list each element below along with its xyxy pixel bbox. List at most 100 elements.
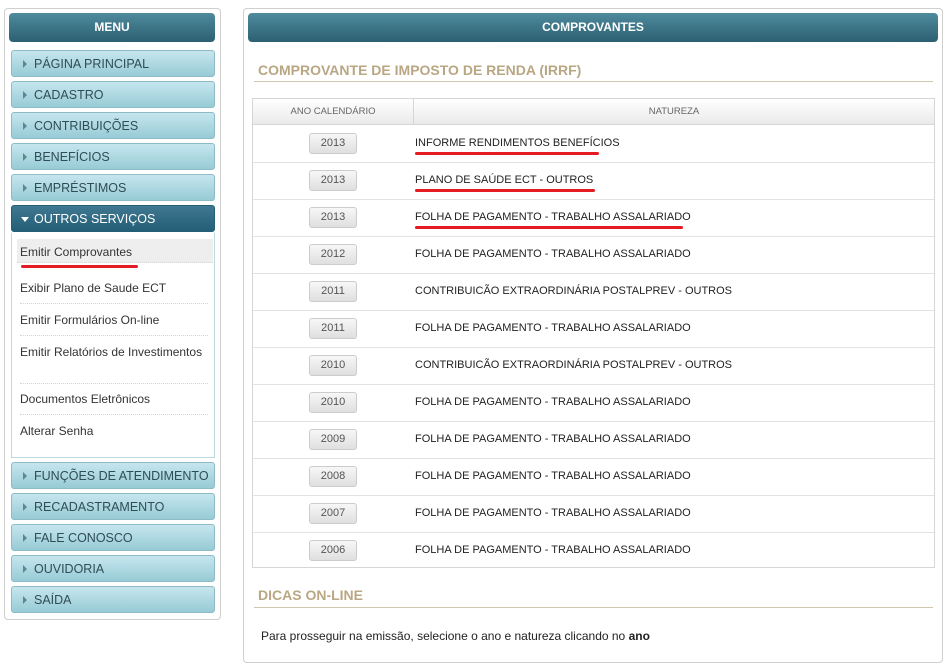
year-button[interactable]: 2006 bbox=[309, 540, 357, 561]
table-row: 2009 FOLHA DE PAGAMENTO - TRABALHO ASSAL… bbox=[253, 421, 934, 459]
menu-item-label: PÁGINA PRINCIPAL bbox=[34, 57, 150, 71]
menu-item-label: EMPRÉSTIMOS bbox=[34, 181, 127, 195]
submenu-item-emitir-formularios[interactable]: Emitir Formulários On-line bbox=[20, 313, 208, 336]
caret-right-icon bbox=[23, 534, 27, 542]
table-row: 2011 CONTRIBUICÃO EXTRAORDINÁRIA POSTALP… bbox=[253, 273, 934, 311]
menu-item-beneficios[interactable]: BENEFÍCIOS bbox=[11, 143, 215, 170]
nature-link[interactable]: CONTRIBUICÃO EXTRAORDINÁRIA POSTALPREV -… bbox=[415, 347, 732, 384]
submenu-item-alterar-senha[interactable]: Alterar Senha bbox=[20, 424, 208, 446]
menu-item-label: FUNÇÕES DE ATENDIMENTO bbox=[34, 469, 209, 483]
sidebar-menu: MENU PÁGINA PRINCIPAL CADASTRO CONTRIBUI… bbox=[4, 8, 221, 620]
year-button[interactable]: 2009 bbox=[309, 429, 357, 450]
column-header-nature: NATUREZA bbox=[648, 106, 700, 117]
caret-right-icon bbox=[23, 472, 27, 480]
menu-item-emprestimos[interactable]: EMPRÉSTIMOS bbox=[11, 174, 215, 201]
menu-item-label: SAÍDA bbox=[34, 593, 72, 607]
submenu-item-label: Documentos Eletrônicos bbox=[20, 392, 151, 406]
menu-item-label: RECADASTRAMENTO bbox=[34, 500, 165, 514]
caret-down-icon bbox=[21, 217, 29, 222]
table-row: 2013 PLANO DE SAÚDE ECT - OUTROS bbox=[253, 162, 934, 200]
caret-right-icon bbox=[23, 503, 27, 511]
table-header: ANO CALENDÁRIO NATUREZA bbox=[253, 99, 934, 125]
red-underline-annotation bbox=[21, 265, 138, 268]
submenu-item-label: Alterar Senha bbox=[20, 424, 94, 438]
nature-link[interactable]: INFORME RENDIMENTOS BENEFÍCIOS bbox=[415, 125, 620, 162]
submenu-item-documentos-eletronicos[interactable]: Documentos Eletrônicos bbox=[20, 392, 208, 415]
nature-link[interactable]: FOLHA DE PAGAMENTO - TRABALHO ASSALARIAD… bbox=[415, 532, 691, 569]
submenu-outros-servicos: Emitir Comprovantes Exibir Plano de Saud… bbox=[11, 233, 215, 458]
nature-link[interactable]: CONTRIBUICÃO EXTRAORDINÁRIA POSTALPREV -… bbox=[415, 273, 732, 310]
menu-item-saida[interactable]: SAÍDA bbox=[11, 586, 215, 613]
caret-right-icon bbox=[23, 565, 27, 573]
nature-link[interactable]: FOLHA DE PAGAMENTO - TRABALHO ASSALARIAD… bbox=[415, 310, 691, 347]
menu-item-label: CADASTRO bbox=[34, 88, 104, 102]
red-underline-annotation bbox=[415, 189, 595, 192]
submenu-item-emitir-comprovantes[interactable]: Emitir Comprovantes bbox=[17, 239, 213, 263]
table-row: 2013 FOLHA DE PAGAMENTO - TRABALHO ASSAL… bbox=[253, 199, 934, 237]
menu-item-label: OUVIDORIA bbox=[34, 562, 105, 576]
tips-text: Para prosseguir na emissão, selecione o … bbox=[261, 629, 650, 643]
menu-item-label: FALE CONOSCO bbox=[34, 531, 133, 545]
nature-link[interactable]: FOLHA DE PAGAMENTO - TRABALHO ASSALARIAD… bbox=[415, 199, 691, 236]
section-divider bbox=[254, 607, 933, 608]
caret-right-icon bbox=[23, 60, 27, 68]
menu-item-label: OUTROS SERVIÇOS bbox=[34, 212, 156, 226]
submenu-item-emitir-relatorios[interactable]: Emitir Relatórios de Investimentos bbox=[20, 345, 208, 384]
nature-link[interactable]: FOLHA DE PAGAMENTO - TRABALHO ASSALARIAD… bbox=[415, 236, 691, 273]
table-row: 2012 FOLHA DE PAGAMENTO - TRABALHO ASSAL… bbox=[253, 236, 934, 274]
red-underline-annotation bbox=[415, 226, 683, 229]
menu-item-contribuicoes[interactable]: CONTRIBUIÇÕES bbox=[11, 112, 215, 139]
menu-item-label: CONTRIBUIÇÕES bbox=[34, 119, 139, 133]
caret-right-icon bbox=[23, 153, 27, 161]
caret-right-icon bbox=[23, 91, 27, 99]
year-button[interactable]: 2010 bbox=[309, 355, 357, 376]
table-row: 2006 FOLHA DE PAGAMENTO - TRABALHO ASSAL… bbox=[253, 532, 934, 569]
table-row: 2008 FOLHA DE PAGAMENTO - TRABALHO ASSAL… bbox=[253, 458, 934, 496]
year-button[interactable]: 2010 bbox=[309, 392, 357, 413]
nature-link[interactable]: FOLHA DE PAGAMENTO - TRABALHO ASSALARIAD… bbox=[415, 458, 691, 495]
table-row: 2011 FOLHA DE PAGAMENTO - TRABALHO ASSAL… bbox=[253, 310, 934, 348]
table-row: 2010 FOLHA DE PAGAMENTO - TRABALHO ASSAL… bbox=[253, 384, 934, 422]
nature-link[interactable]: FOLHA DE PAGAMENTO - TRABALHO ASSALARIAD… bbox=[415, 495, 691, 532]
submenu-item-label: Emitir Comprovantes bbox=[20, 245, 133, 259]
menu-item-pagina-principal[interactable]: PÁGINA PRINCIPAL bbox=[11, 50, 215, 77]
section-title-irrf: COMPROVANTE DE IMPOSTO DE RENDA (IRRF) bbox=[258, 62, 582, 78]
section-divider bbox=[254, 81, 933, 82]
table-row: 2007 FOLHA DE PAGAMENTO - TRABALHO ASSAL… bbox=[253, 495, 934, 533]
year-button[interactable]: 2013 bbox=[309, 170, 357, 191]
menu-item-outros-servicos[interactable]: OUTROS SERVIÇOS bbox=[11, 205, 215, 232]
year-button[interactable]: 2013 bbox=[309, 207, 357, 228]
nature-link[interactable]: FOLHA DE PAGAMENTO - TRABALHO ASSALARIAD… bbox=[415, 384, 691, 421]
submenu-item-label: Exibir Plano de Saude ECT bbox=[20, 281, 167, 295]
year-button[interactable]: 2007 bbox=[309, 503, 357, 524]
submenu-item-label: Emitir Relatórios de Investimentos bbox=[20, 345, 203, 359]
submenu-item-label: Emitir Formulários On-line bbox=[20, 313, 160, 327]
nature-link[interactable]: PLANO DE SAÚDE ECT - OUTROS bbox=[415, 162, 593, 199]
year-button[interactable]: 2011 bbox=[309, 318, 357, 339]
caret-right-icon bbox=[23, 184, 27, 192]
menu-item-label: BENEFÍCIOS bbox=[34, 150, 110, 164]
red-underline-annotation bbox=[415, 152, 599, 155]
table-row: 2010 CONTRIBUICÃO EXTRAORDINÁRIA POSTALP… bbox=[253, 347, 934, 385]
year-button[interactable]: 2013 bbox=[309, 133, 357, 154]
section-title-tips: DICAS ON-LINE bbox=[258, 587, 363, 603]
year-button[interactable]: 2011 bbox=[309, 281, 357, 302]
menu-item-cadastro[interactable]: CADASTRO bbox=[11, 81, 215, 108]
menu-item-ouvidoria[interactable]: OUVIDORIA bbox=[11, 555, 215, 582]
menu-title: MENU bbox=[9, 13, 215, 42]
main-panel: COMPROVANTES COMPROVANTE DE IMPOSTO DE R… bbox=[243, 8, 943, 663]
page-title: COMPROVANTES bbox=[248, 13, 938, 42]
column-header-year: ANO CALENDÁRIO bbox=[253, 99, 414, 124]
year-button[interactable]: 2012 bbox=[309, 244, 357, 265]
submenu-item-exibir-plano-saude[interactable]: Exibir Plano de Saude ECT bbox=[20, 281, 208, 304]
table-row: 2013 INFORME RENDIMENTOS BENEFÍCIOS bbox=[253, 125, 934, 163]
year-button[interactable]: 2008 bbox=[309, 466, 357, 487]
caret-right-icon bbox=[23, 122, 27, 130]
nature-link[interactable]: FOLHA DE PAGAMENTO - TRABALHO ASSALARIAD… bbox=[415, 421, 691, 458]
menu-item-recadastramento[interactable]: RECADASTRAMENTO bbox=[11, 493, 215, 520]
menu-item-funcoes-atendimento[interactable]: FUNÇÕES DE ATENDIMENTO bbox=[11, 462, 215, 489]
menu-item-fale-conosco[interactable]: FALE CONOSCO bbox=[11, 524, 215, 551]
caret-right-icon bbox=[23, 596, 27, 604]
receipts-table: ANO CALENDÁRIO NATUREZA 2013 INFORME REN… bbox=[252, 98, 935, 568]
tips-text-body: Para prosseguir na emissão, selecione o … bbox=[261, 629, 626, 643]
